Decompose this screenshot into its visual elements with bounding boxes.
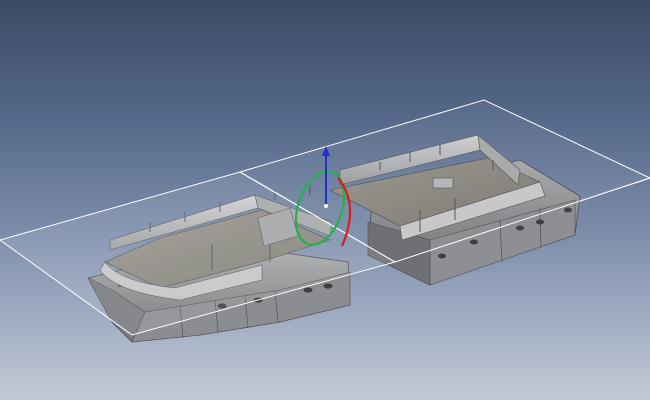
cad-scene[interactable] — [0, 0, 650, 400]
manipulator-origin-icon — [324, 204, 328, 208]
3d-viewport[interactable] — [0, 0, 650, 400]
